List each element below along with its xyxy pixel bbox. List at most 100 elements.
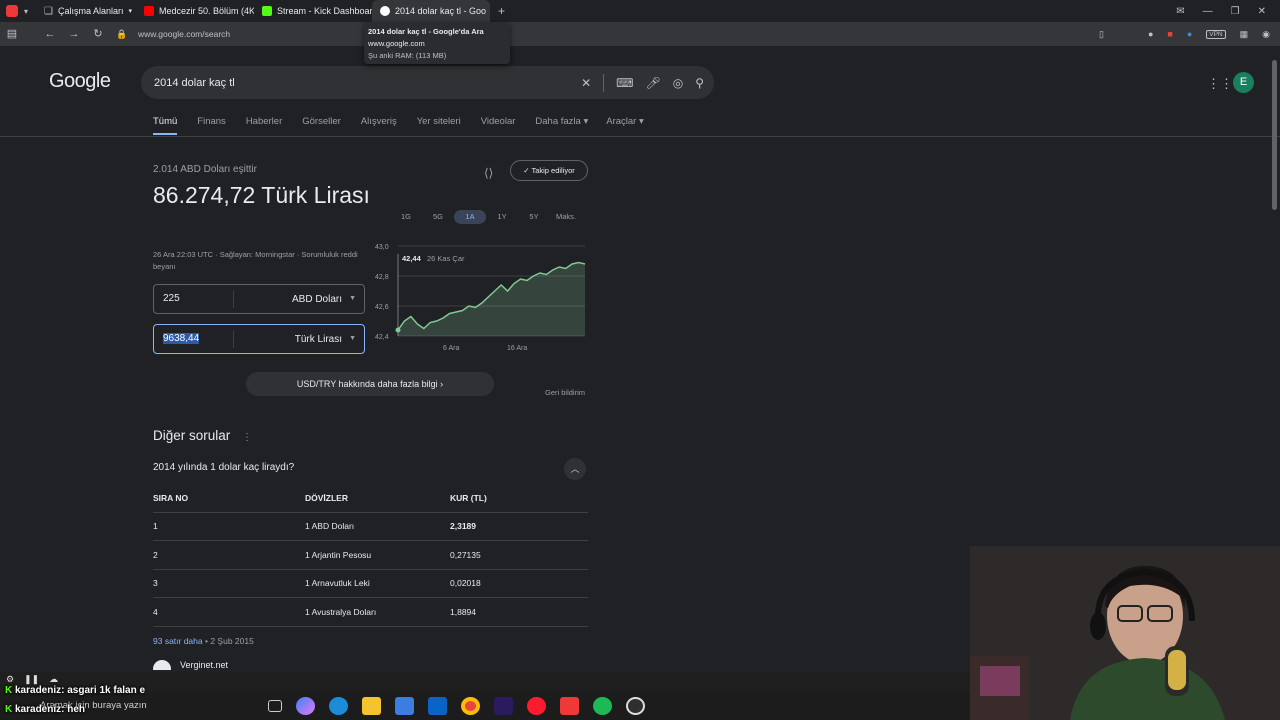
range-1m[interactable]: 1A: [454, 210, 486, 224]
avatar[interactable]: E: [1233, 72, 1254, 93]
x-tick-label: 6 Ara: [443, 345, 459, 352]
search-query[interactable]: 2014 dolar kaç tl: [154, 77, 235, 89]
google-logo[interactable]: Google: [49, 70, 111, 93]
search-input[interactable]: 2014 dolar kaç tl ✕ ⌨ 🎤︎ ◎ ⚲: [141, 66, 714, 99]
scrollbar[interactable]: [1272, 60, 1277, 210]
paa-question[interactable]: 2014 yılında 1 dolar kaç liraydı?: [153, 462, 294, 473]
to-unit-select[interactable]: Türk Lirası: [234, 334, 364, 345]
url-field[interactable]: www.google.com/search: [138, 29, 230, 39]
extension-red-icon[interactable]: ■: [1167, 29, 1172, 39]
tab-finance[interactable]: Finans: [197, 116, 226, 135]
from-unit-select[interactable]: ABD Doları: [234, 294, 364, 305]
rate-chart[interactable]: 43,0 42,8 42,6 42,4 42,44 26 Kas Çar 6 Ara 16 A…: [370, 236, 590, 366]
divider: [0, 136, 1280, 137]
table-header-row: SIRA NO DÖVİZLER KUR (TL): [153, 484, 588, 513]
pause-icon[interactable]: ❚❚: [24, 674, 39, 685]
follow-label: Takip ediliyor: [531, 166, 575, 175]
source-site[interactable]: Verginet.net: [153, 660, 228, 670]
apps-grid-icon[interactable]: ⋮⋮: [1207, 76, 1233, 92]
microphone-icon[interactable]: 🎤︎: [645, 76, 660, 90]
x-tick-label: 16 Ara: [507, 345, 527, 352]
more-info-label: USD/TRY hakkında daha fazla bilgi: [296, 379, 438, 389]
chevron-up-icon[interactable]: ︿: [564, 458, 586, 480]
site-favicon-icon: [153, 660, 171, 670]
bookmark-icon[interactable]: ▯: [1099, 29, 1104, 40]
feedback-link[interactable]: Geri bildirim: [545, 388, 585, 397]
keyboard-icon[interactable]: ⌨: [616, 76, 633, 90]
more-vert-icon[interactable]: ⋮: [242, 432, 252, 443]
divider: [603, 73, 605, 92]
table-cell: 1,8894: [450, 597, 588, 627]
range-selector: 1G 5G 1A 1Y 5Y Maks.: [390, 210, 582, 224]
table-cell: 4: [153, 597, 305, 627]
address-bar: ▤ ← → ↻ 🔒 www.google.com/search ▯ ● ■ ● …: [0, 22, 1280, 46]
forward-icon[interactable]: →: [68, 28, 80, 40]
tab-tooltip: 2014 dolar kaç tl - Google'da Ara www.go…: [364, 22, 510, 64]
vivaldi-logo-icon[interactable]: [6, 5, 18, 17]
chat-text: : heh: [61, 704, 86, 715]
to-value[interactable]: 9638,44: [163, 333, 200, 344]
tab-shopping[interactable]: Alışveriş: [361, 116, 397, 135]
tab-all[interactable]: Tümü: [153, 116, 178, 135]
table-cell: 2,3189: [450, 512, 588, 542]
window-close-icon[interactable]: ✕: [1258, 6, 1266, 17]
range-1y[interactable]: 1Y: [486, 210, 518, 224]
extension-blue-icon[interactable]: ●: [1187, 29, 1192, 39]
search-tabs: Tümü Finans Haberler Görseller Alışveriş…: [153, 116, 644, 135]
vpn-icon[interactable]: VPN: [1206, 29, 1226, 39]
mail-icon[interactable]: ✉: [1176, 6, 1184, 17]
range-5y[interactable]: 5Y: [518, 210, 550, 224]
tab-kick[interactable]: Stream - Kick Dashboard: [254, 0, 372, 22]
range-1d[interactable]: 1G: [390, 210, 422, 224]
conversion-result: 86.274,72 Türk Lirası: [153, 182, 370, 208]
table-row: 31 Arnavutluk Leki 0,02018: [153, 569, 588, 599]
search-icon[interactable]: ⚲: [695, 76, 704, 90]
new-tab-icon[interactable]: +: [498, 4, 505, 18]
range-5d[interactable]: 5G: [422, 210, 454, 224]
y-tick-label: 42,4: [375, 334, 389, 341]
back-icon[interactable]: ←: [44, 28, 56, 40]
tab-news[interactable]: Haberler: [246, 116, 282, 135]
tab-workspaces[interactable]: ❏ Çalışma Alanları ▾: [36, 0, 136, 22]
tab-medcezir[interactable]: Medcezir 50. Bölüm (4K) - Y: [136, 0, 254, 22]
tab-label: 2014 dolar kaç tl - Goo: [395, 6, 487, 16]
table-cell: 1: [153, 512, 305, 542]
table-cell: 3: [153, 569, 305, 599]
tooltip-domain: www.google.com: [368, 39, 425, 48]
profile-icon[interactable]: ◉: [1262, 29, 1270, 40]
table-cell: 2: [153, 540, 305, 570]
panel-toggle-icon[interactable]: ▤: [6, 28, 18, 40]
kick-badge-icon: K: [5, 685, 15, 696]
tab-google-search[interactable]: 2014 dolar kaç tl - Goo ✕: [372, 0, 491, 22]
calendar-icon[interactable]: ▦: [1240, 29, 1249, 40]
clear-icon[interactable]: ✕: [581, 76, 591, 90]
tab-places[interactable]: Yer siteleri: [417, 116, 461, 135]
chevron-right-icon: ›: [440, 379, 444, 389]
to-currency-field[interactable]: 9638,44 Türk Lirası ▼: [153, 324, 365, 354]
range-max[interactable]: Maks.: [550, 210, 582, 224]
webcam-overlay: [970, 546, 1280, 720]
cloud-icon[interactable]: ☁: [49, 674, 58, 685]
lock-icon[interactable]: 🔒: [116, 28, 128, 40]
from-currency-field[interactable]: 225 ABD Doları ▼: [153, 284, 365, 314]
lens-icon[interactable]: ◎: [673, 76, 683, 90]
chevron-down-icon[interactable]: ▾: [24, 7, 28, 16]
follow-button[interactable]: ✓ Takip ediliyor: [510, 160, 588, 181]
dropdown-arrow-icon: ▼: [349, 295, 356, 302]
extension-dot-icon[interactable]: ●: [1148, 29, 1153, 39]
tab-videos[interactable]: Videolar: [481, 116, 516, 135]
from-value[interactable]: 225: [154, 290, 234, 308]
data-point: [395, 327, 401, 333]
more-info-button[interactable]: USD/TRY hakkında daha fazla bilgi ›: [246, 372, 494, 396]
tab-more[interactable]: Daha fazla ▾: [535, 116, 588, 135]
site-name[interactable]: Verginet.net: [180, 660, 228, 670]
restore-icon[interactable]: ❐: [1231, 6, 1240, 17]
equals-label: 2.014 ABD Doları eşittir: [153, 164, 257, 175]
tab-tools[interactable]: Araçlar ▾: [606, 116, 644, 135]
settings-icon[interactable]: ⚙: [6, 674, 14, 685]
minimize-icon[interactable]: —: [1203, 6, 1213, 17]
reload-icon[interactable]: ↻: [92, 28, 104, 40]
share-icon[interactable]: ⟨⟩: [484, 166, 493, 180]
tab-images[interactable]: Görseller: [302, 116, 341, 135]
more-rows-link[interactable]: 93 satır daha: [153, 636, 203, 646]
